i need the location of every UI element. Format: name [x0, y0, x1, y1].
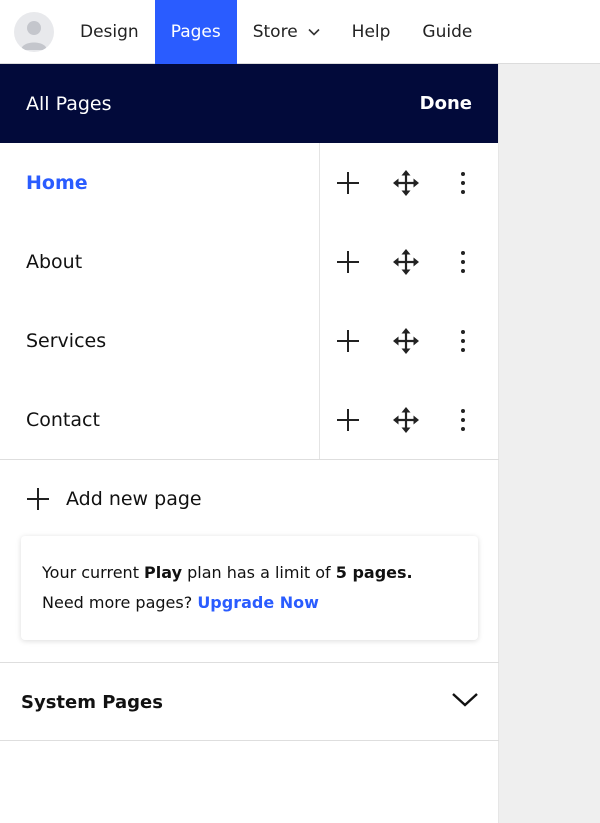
chevron-down-icon — [451, 692, 479, 712]
plan-name: Play — [144, 563, 182, 582]
move-icon[interactable] — [386, 321, 426, 361]
more-options-icon[interactable] — [443, 321, 483, 361]
more-options-icon[interactable] — [443, 163, 483, 203]
upgrade-prompt: Need more pages? — [42, 593, 198, 612]
nav-guide[interactable]: Guide — [406, 0, 488, 64]
avatar[interactable] — [14, 11, 54, 52]
page-actions — [320, 301, 498, 380]
nav-guide-label: Guide — [422, 21, 473, 42]
nav-store[interactable]: Store — [237, 0, 336, 64]
pages-list: Home About Services Contact — [0, 143, 498, 459]
move-icon[interactable] — [386, 242, 426, 282]
page-link-about[interactable]: About — [0, 222, 320, 301]
top-nav: Design Pages Store Help Guide — [0, 0, 600, 64]
plan-limit-line: Your current Play plan has a limit of 5 … — [42, 558, 458, 588]
user-icon — [21, 20, 47, 50]
add-subpage-icon[interactable] — [328, 321, 368, 361]
page-row-home: Home — [0, 143, 498, 222]
page-link-contact[interactable]: Contact — [0, 380, 320, 459]
add-new-page-label: Add new page — [66, 488, 202, 510]
page-row-services: Services — [0, 301, 498, 380]
pages-panel: All Pages Done Home About Services Conta… — [0, 64, 499, 823]
add-new-page-button[interactable]: Add new page — [0, 460, 498, 538]
move-icon[interactable] — [386, 400, 426, 440]
page-actions — [320, 380, 498, 459]
system-pages-title: System Pages — [21, 691, 163, 713]
add-subpage-icon[interactable] — [328, 163, 368, 203]
page-row-contact: Contact — [0, 380, 498, 459]
page-actions — [320, 222, 498, 301]
nav-pages[interactable]: Pages — [154, 0, 237, 64]
nav-store-label: Store — [252, 21, 298, 42]
plan-text-middle: plan has a limit of — [182, 563, 336, 582]
page-row-about: About — [0, 222, 498, 301]
plan-text-prefix: Your current — [42, 563, 145, 582]
nav-design-label: Design — [80, 21, 139, 42]
panel-header: All Pages Done — [0, 64, 498, 143]
divider — [0, 740, 499, 741]
more-options-icon[interactable] — [443, 242, 483, 282]
add-subpage-icon[interactable] — [328, 242, 368, 282]
plan-page-limit: 5 pages. — [335, 563, 413, 582]
page-link-services[interactable]: Services — [0, 301, 320, 380]
upgrade-now-link[interactable]: Upgrade Now — [197, 593, 319, 612]
page-actions — [320, 143, 498, 222]
page-link-home[interactable]: Home — [0, 143, 320, 222]
plan-limit-card: Your current Play plan has a limit of 5 … — [21, 536, 478, 640]
move-icon[interactable] — [386, 163, 426, 203]
nav-pages-label: Pages — [170, 21, 221, 42]
done-button[interactable]: Done — [420, 93, 472, 114]
chevron-down-icon — [308, 28, 320, 36]
nav-help[interactable]: Help — [336, 0, 407, 64]
plus-icon — [26, 487, 50, 511]
nav-design[interactable]: Design — [64, 0, 155, 64]
more-options-icon[interactable] — [443, 400, 483, 440]
nav-help-label: Help — [351, 21, 391, 42]
system-pages-toggle[interactable]: System Pages — [0, 663, 499, 741]
add-subpage-icon[interactable] — [328, 400, 368, 440]
panel-title: All Pages — [26, 92, 112, 115]
plan-upgrade-line: Need more pages? Upgrade Now — [42, 588, 458, 618]
